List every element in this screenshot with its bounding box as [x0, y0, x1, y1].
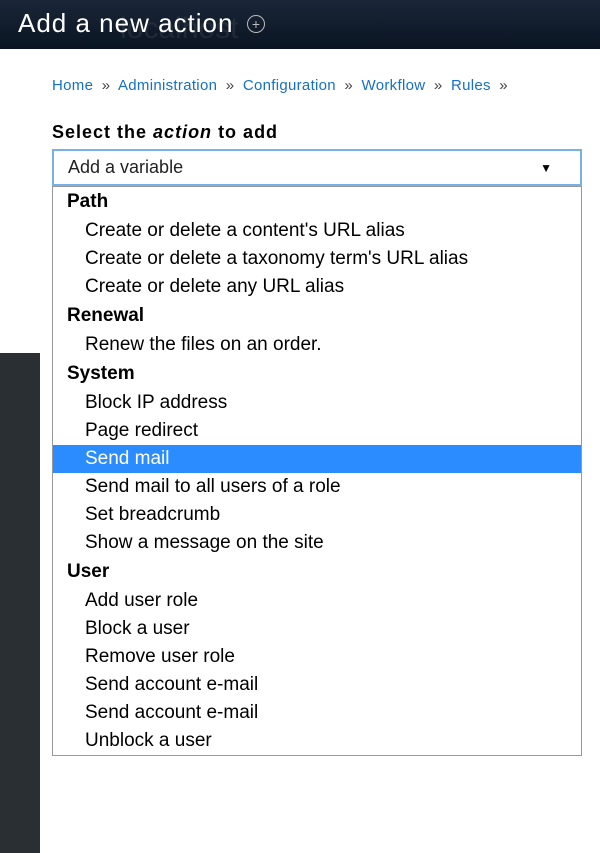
page-header: localhost Add a new action + — [0, 0, 600, 49]
optgroup-renewal: Renewal — [53, 301, 581, 331]
option-item[interactable]: Block a user — [53, 615, 581, 643]
option-item[interactable]: Send account e-mail — [53, 699, 581, 727]
option-item[interactable]: Create or delete any URL alias — [53, 273, 581, 301]
label-italic: action — [153, 122, 212, 142]
option-item[interactable]: Page redirect — [53, 417, 581, 445]
breadcrumb-sep: » — [102, 77, 111, 94]
option-item[interactable]: Create or delete a taxonomy term's URL a… — [53, 245, 581, 273]
breadcrumb-administration[interactable]: Administration — [118, 77, 217, 94]
breadcrumb-sep: » — [344, 77, 353, 94]
optgroup-system: System — [53, 359, 581, 389]
option-item[interactable]: Add user role — [53, 587, 581, 615]
chevron-down-icon: ▼ — [540, 161, 552, 175]
action-select[interactable]: Add a variable ▼ PathCreate or delete a … — [52, 149, 582, 186]
select-display[interactable]: Add a variable ▼ — [52, 149, 582, 186]
select-label: Select the action to add — [52, 122, 580, 143]
page-title: Add a new action — [18, 8, 233, 39]
option-item[interactable]: Remove user role — [53, 643, 581, 671]
label-prefix: Select the — [52, 122, 153, 142]
option-item[interactable]: Renew the files on an order. — [53, 331, 581, 359]
option-item[interactable]: Send mail — [53, 445, 581, 473]
optgroup-user: User — [53, 557, 581, 587]
option-item[interactable]: Send mail to all users of a role — [53, 473, 581, 501]
breadcrumb-rules[interactable]: Rules — [451, 77, 491, 94]
breadcrumb-home[interactable]: Home — [52, 77, 93, 94]
select-value: Add a variable — [68, 157, 183, 178]
option-item[interactable]: Show a message on the site — [53, 529, 581, 557]
breadcrumb-sep: » — [434, 77, 443, 94]
option-item[interactable]: Create or delete a content's URL alias — [53, 217, 581, 245]
breadcrumb-workflow[interactable]: Workflow — [362, 77, 426, 94]
plus-icon: + — [247, 15, 265, 33]
breadcrumb: Home » Administration » Configuration » … — [0, 49, 600, 122]
optgroup-path: Path — [53, 187, 581, 217]
main-content: Select the action to add Add a variable … — [0, 122, 600, 186]
option-item[interactable]: Unblock a user — [53, 727, 581, 755]
breadcrumb-sep: » — [499, 77, 508, 94]
option-item[interactable]: Send account e-mail — [53, 671, 581, 699]
option-item[interactable]: Set breadcrumb — [53, 501, 581, 529]
select-dropdown[interactable]: PathCreate or delete a content's URL ali… — [52, 186, 582, 756]
option-item[interactable]: Block IP address — [53, 389, 581, 417]
breadcrumb-configuration[interactable]: Configuration — [243, 77, 336, 94]
breadcrumb-sep: » — [226, 77, 235, 94]
label-suffix: to add — [212, 122, 278, 142]
dark-side-strip — [0, 353, 40, 853]
